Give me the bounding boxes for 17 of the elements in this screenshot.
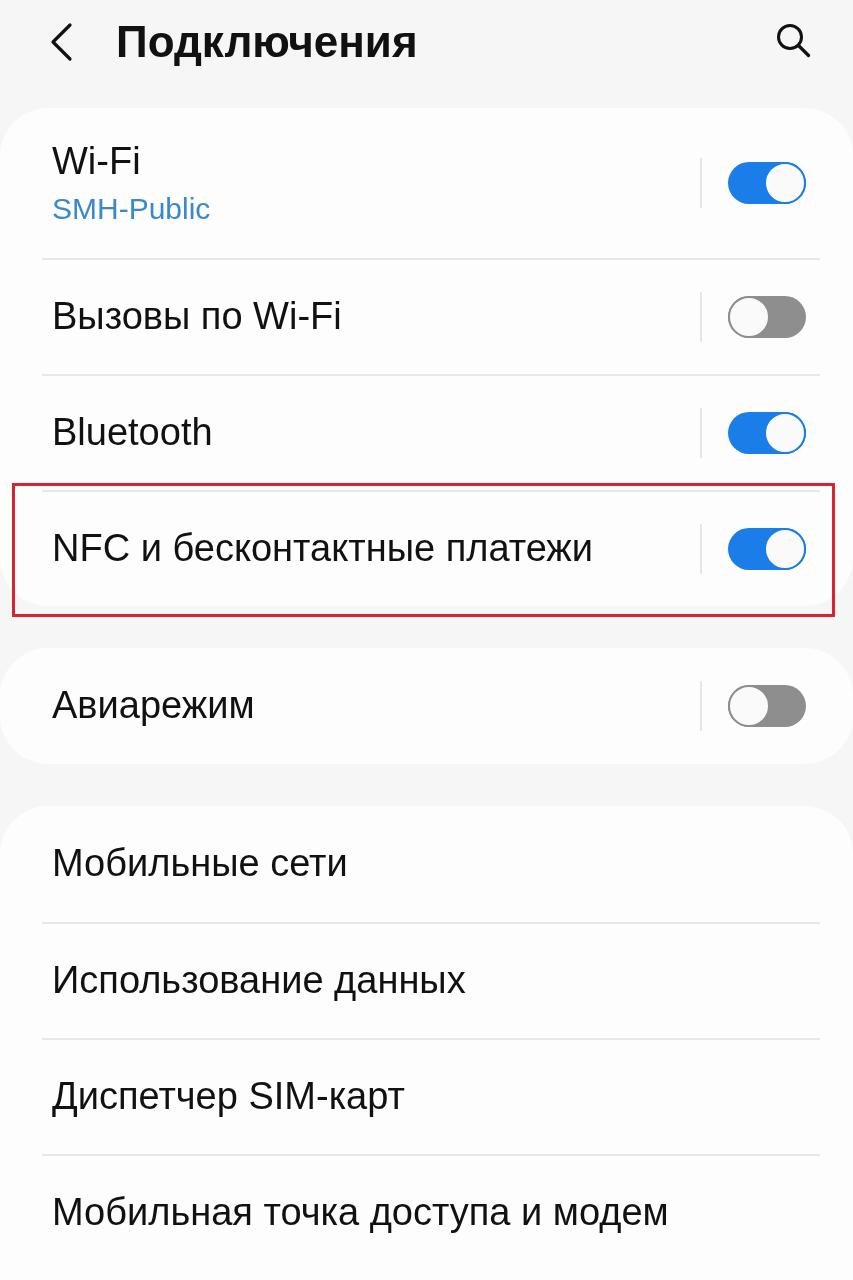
setting-label[interactable]: Мобильные сети (52, 840, 348, 887)
toggle-switch[interactable] (728, 161, 806, 204)
toggle-switch[interactable] (728, 411, 806, 454)
toggle-switch[interactable] (728, 684, 806, 727)
setting-label[interactable]: Диспетчер SIM-карт (52, 1073, 405, 1120)
setting-label[interactable]: Wi-Fi (52, 139, 141, 185)
setting-label[interactable]: Bluetooth (52, 409, 213, 456)
setting-label[interactable]: Использование данных (52, 957, 466, 1004)
network-name: SMH-Public (52, 190, 211, 227)
setting-label[interactable]: Вызовы по Wi-Fi (52, 293, 342, 340)
setting-label[interactable]: Мобильная точка доступа и модем (52, 1189, 669, 1236)
setting-label[interactable]: NFC и бесконтактные платежи (52, 525, 594, 572)
search-icon (775, 22, 811, 58)
setting-label[interactable]: Авиарежим (52, 682, 255, 729)
page-title: Подключения (116, 18, 418, 66)
toggle-switch[interactable] (728, 527, 806, 570)
toggle-switch[interactable] (728, 295, 806, 338)
